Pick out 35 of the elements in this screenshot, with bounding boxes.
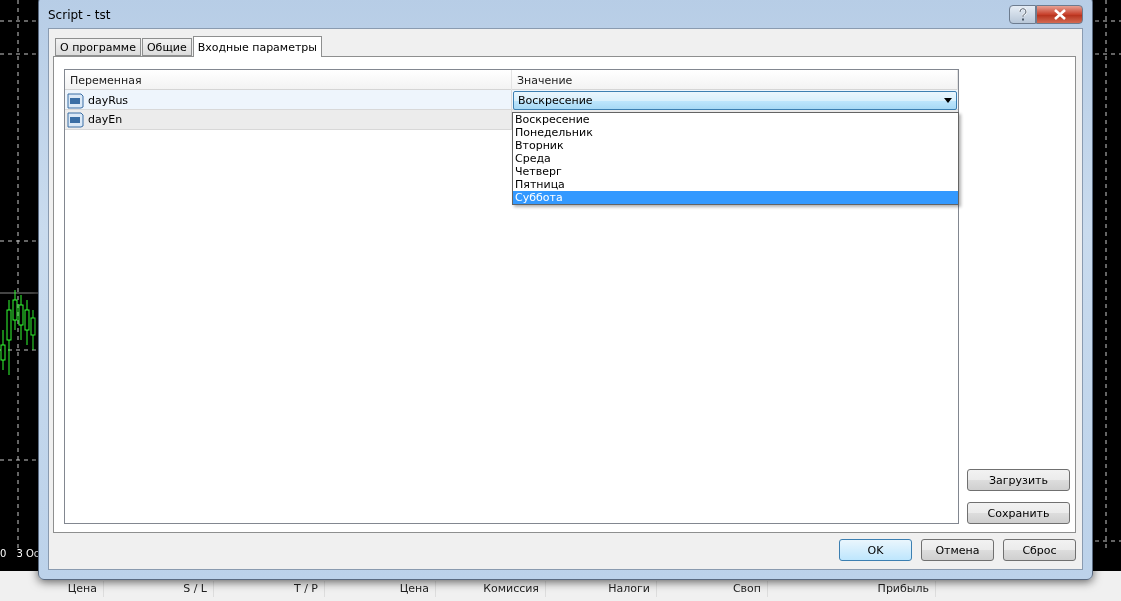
dropdown-option[interactable]: Воскресение: [513, 113, 958, 126]
dropdown-option[interactable]: Четверг: [513, 165, 958, 178]
side-button[interactable]: Загрузить: [967, 469, 1070, 491]
dialog-button[interactable]: OK: [839, 539, 912, 561]
dropdown-option[interactable]: Понедельник: [513, 126, 958, 139]
tab[interactable]: О программе: [55, 38, 141, 56]
column-header[interactable]: T / P: [214, 581, 325, 597]
variable-name: dayEn: [88, 113, 123, 126]
value-dropdown[interactable]: Воскресение: [513, 91, 957, 110]
column-header[interactable]: Цена: [0, 581, 104, 597]
column-header[interactable]: Цена: [325, 581, 436, 597]
dropdown-option[interactable]: Среда: [513, 152, 958, 165]
dialog-button[interactable]: Отмена: [921, 539, 994, 561]
help-icon: [1017, 8, 1028, 21]
close-icon: [1052, 9, 1067, 20]
number-type-icon: [67, 111, 84, 128]
column-header[interactable]: Налоги: [546, 581, 657, 597]
column-header[interactable]: Комиссия: [436, 581, 546, 597]
dropdown-option[interactable]: Пятница: [513, 178, 958, 191]
tab[interactable]: Входные параметры: [192, 36, 322, 57]
table-row[interactable]: dayRus Воскресение: [65, 90, 958, 110]
dropdown-option[interactable]: Вторник: [513, 139, 958, 152]
column-header[interactable]: Прибыль: [768, 581, 936, 597]
column-header[interactable]: Своп: [657, 581, 768, 597]
column-header[interactable]: S / L: [104, 581, 214, 597]
side-button[interactable]: Сохранить: [967, 502, 1070, 524]
close-button[interactable]: [1036, 5, 1083, 24]
window-title: Script - tst: [48, 7, 111, 22]
variable-name: dayRus: [88, 94, 129, 107]
caret-icon: [944, 98, 952, 103]
number-type-icon: [67, 92, 84, 109]
tab[interactable]: Общие: [141, 38, 192, 56]
dialog-button[interactable]: Сброс: [1003, 539, 1076, 561]
help-button[interactable]: [1009, 5, 1036, 24]
axis-label: 0: [0, 548, 7, 559]
